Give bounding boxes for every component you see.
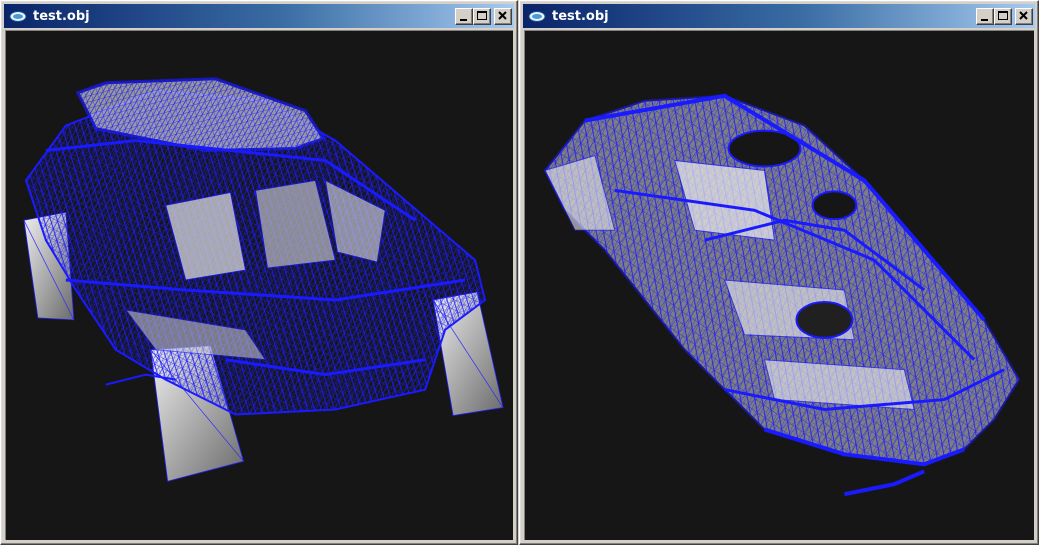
window-title: test.obj <box>552 8 609 24</box>
close-button[interactable] <box>1015 7 1033 25</box>
minimize-icon <box>460 18 467 21</box>
maximize-icon <box>477 10 487 20</box>
render-viewport[interactable] <box>5 30 513 540</box>
app-icon[interactable] <box>9 10 27 23</box>
render-viewport[interactable] <box>524 30 1034 540</box>
window-controls <box>455 7 512 25</box>
close-icon <box>498 10 507 20</box>
minimize-icon <box>981 18 988 21</box>
window-controls <box>976 7 1033 25</box>
title-bar[interactable]: test.obj <box>523 4 1035 28</box>
close-button[interactable] <box>494 7 512 25</box>
title-bar[interactable]: test.obj <box>4 4 514 28</box>
maximize-button[interactable] <box>473 7 491 25</box>
car-wireframe-front-render <box>23 77 504 482</box>
window-right[interactable]: test.obj <box>519 0 1039 545</box>
window-left[interactable]: test.obj <box>0 0 518 545</box>
minimize-button[interactable] <box>455 7 473 25</box>
close-icon <box>1019 10 1028 20</box>
window-title: test.obj <box>33 8 90 24</box>
maximize-button[interactable] <box>994 7 1012 25</box>
app-icon[interactable] <box>528 10 546 23</box>
minimize-button[interactable] <box>976 7 994 25</box>
car-wireframe-top-render <box>543 93 1021 497</box>
maximize-icon <box>998 10 1008 20</box>
